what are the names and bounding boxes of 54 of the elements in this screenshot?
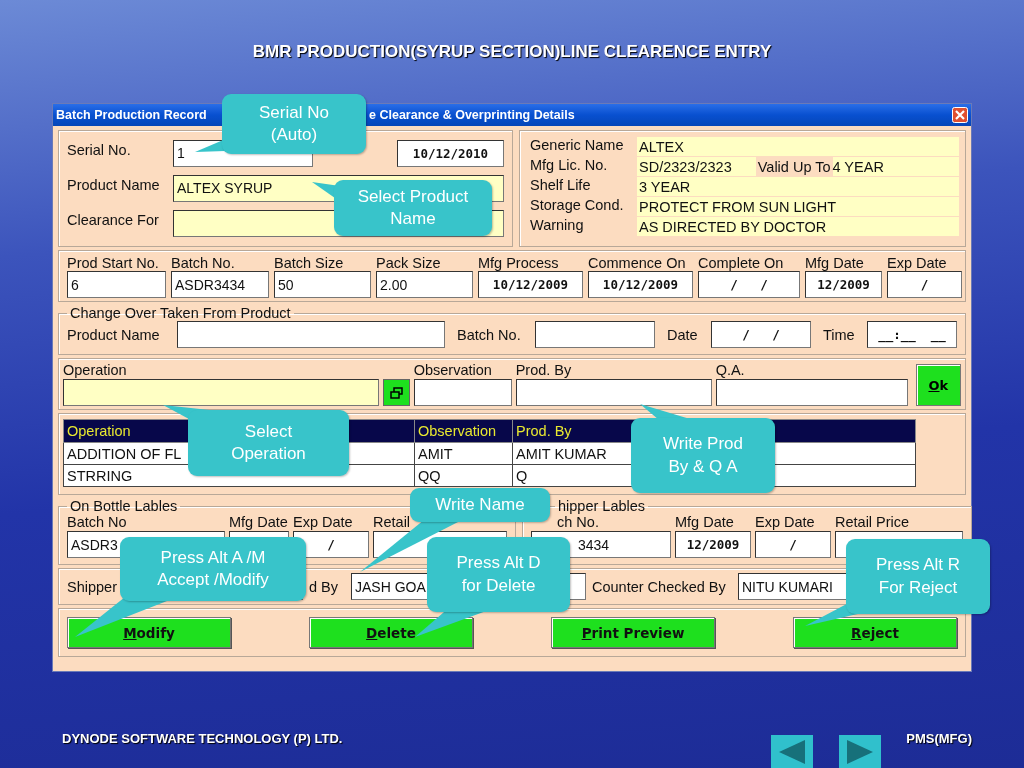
field-value: SD/2323/2323 (639, 158, 732, 175)
field-label: Product Name (67, 176, 161, 193)
slide-title: BMR PRODUCTION(SYRUP SECTION)LINE CLEARENCE ENTRY (252, 42, 772, 61)
field-label: d By (309, 578, 339, 595)
footer-text: DYNODE SOFTWARE TECHNOLOGY (P) LTD. (62, 731, 343, 746)
field-label: Prod Start No. (67, 255, 160, 271)
field-label: Valid Up To (755, 157, 833, 176)
field-label: Clearance For (67, 211, 160, 228)
field-label: Q.A. (715, 362, 746, 378)
field-label: Storage Cond. (530, 197, 625, 215)
field-label: ch No. (556, 514, 600, 530)
field-label: Observation (413, 362, 493, 378)
field-label: Retail (373, 514, 412, 530)
field-label: Time (823, 326, 856, 343)
field-label: Commence On (588, 255, 687, 271)
group-title: Change Over Taken From Product (69, 305, 292, 321)
field-label: Complete On (698, 255, 785, 271)
field-label: Shipper (67, 578, 118, 595)
field-label: Shelf Life (530, 177, 592, 195)
column-header: Observation (414, 419, 513, 443)
field-value: 4 YEAR (832, 158, 884, 175)
window-title: e Clearance & Overprinting Details (369, 108, 575, 122)
field-value: PROTECT FROM SUN LIGHT (639, 198, 837, 215)
field-label: Mfg Date (805, 255, 865, 271)
field-label: Mfg Date (675, 514, 735, 530)
field-label: Mfg Date (229, 514, 289, 530)
field-label: Prod. By (515, 362, 573, 378)
field-label: Operation (63, 362, 128, 378)
group-title: On Bottle Lables (69, 498, 179, 514)
group-title: hipper Lables (557, 498, 647, 514)
field-label: Batch Size (274, 255, 345, 271)
field-label: Retail Price (835, 514, 911, 530)
field-label: Batch No. (457, 326, 522, 343)
field-label: Mfg Lic. No. (530, 157, 609, 175)
field-label: Batch No. (171, 255, 236, 271)
page-label: PMS(MFG) (906, 731, 972, 746)
field-label: Exp Date (293, 514, 354, 530)
field-label: Batch No (67, 514, 128, 530)
callout-tooltip: Write Name (410, 488, 550, 522)
field-label: Date (667, 326, 699, 343)
field-label: Counter Checked By (592, 578, 727, 595)
field-label: Product Name (67, 326, 161, 343)
field-label: Mfg Process (478, 255, 560, 271)
field-value: AS DIRECTED BY DOCTOR (639, 218, 827, 235)
field-label: Pack Size (376, 255, 442, 271)
field-value: ALTEX (639, 138, 684, 155)
field-label: Exp Date (755, 514, 816, 530)
field-label: Serial No. (67, 141, 132, 158)
field-label: Generic Name (530, 137, 625, 155)
field-value: 3 YEAR (639, 178, 691, 195)
callout-tooltip: Press Alt A /M Accept /Modify (120, 537, 306, 601)
field-label: Exp Date (887, 255, 948, 271)
window-title: Batch Production Record (56, 108, 207, 122)
field-label: Warning (530, 217, 585, 235)
